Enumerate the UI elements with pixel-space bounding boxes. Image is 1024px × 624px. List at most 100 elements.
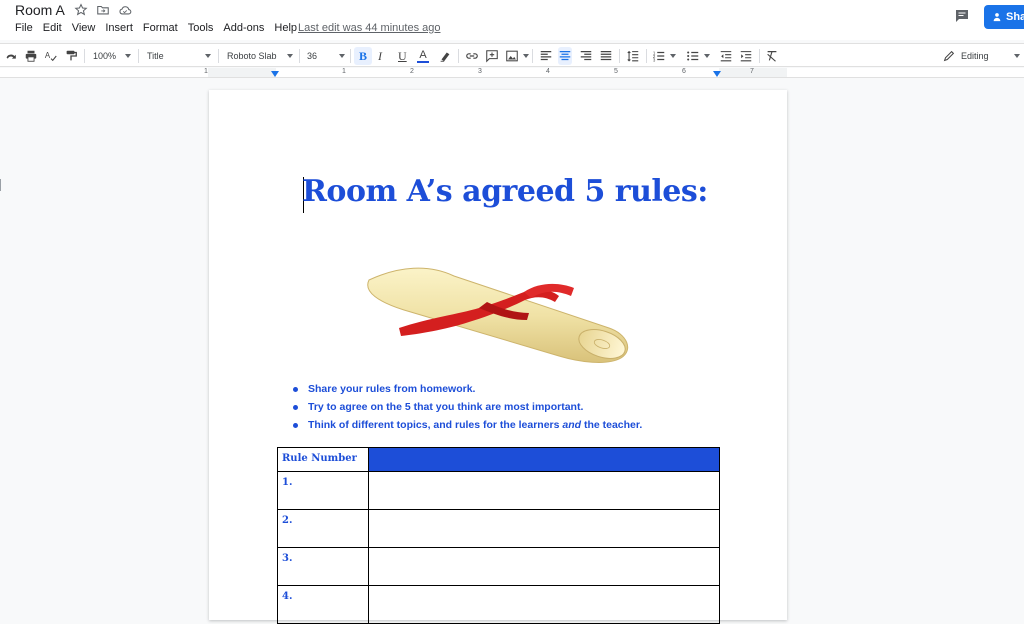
ruler-number: 2 [410,68,414,75]
menu-help[interactable]: Help [274,22,297,34]
left-indent-marker[interactable] [271,71,279,77]
menu-tools[interactable]: Tools [188,22,214,34]
line-spacing-icon[interactable] [626,47,640,65]
numbered-list-icon[interactable]: 123 [652,47,676,65]
pencil-icon [943,50,955,62]
table-row: 2. [277,509,720,548]
paint-format-icon[interactable] [64,47,78,65]
rule-text-cell[interactable] [368,471,720,510]
svg-text:3: 3 [653,57,656,62]
right-indent-marker[interactable] [713,71,721,77]
rule-text-cell[interactable] [368,585,720,624]
font-value: Roboto Slab [227,51,277,61]
share-button[interactable]: Sha [984,5,1024,29]
cloud-saved-icon[interactable] [118,3,132,17]
rule-number-cell[interactable]: 3. [277,547,369,586]
zoom-select[interactable]: 100% [93,47,131,65]
rule-number-cell[interactable]: 2. [277,509,369,548]
style-select[interactable]: Title [147,47,211,65]
menu-edit[interactable]: Edit [43,22,62,34]
ruler-page-area: 1 1 2 3 4 5 6 7 [204,68,787,77]
toolbar-divider [84,49,85,63]
menu-insert[interactable]: Insert [105,22,133,34]
toolbar-divider [532,49,533,63]
list-item-text: Think of different topics, and rules for… [308,419,643,431]
rule-number-cell[interactable]: 4. [277,585,369,624]
clear-formatting-icon[interactable] [765,47,779,65]
bold-button[interactable]: B [354,47,372,65]
list-item[interactable]: Share your rules from homework. [293,380,642,398]
toolbar-divider [458,49,459,63]
chevron-down-icon [205,54,211,58]
star-icon[interactable] [74,3,88,17]
list-item[interactable]: Try to agree on the 5 that you think are… [293,398,642,416]
menu-add-ons[interactable]: Add-ons [223,22,264,34]
table-header-cell[interactable]: Rule Number [277,447,369,472]
menu-view[interactable]: View [72,22,96,34]
ruler-number: 4 [546,68,550,75]
table-row: 1. [277,471,720,510]
title-icons [74,3,132,17]
ruler-number: 7 [750,68,754,75]
chevron-down-icon [339,54,345,58]
spell-check-icon[interactable]: A [44,47,58,65]
text-color-button[interactable]: A [417,47,429,65]
editing-mode-select[interactable]: Editing [942,47,1020,65]
last-edit-link[interactable]: Last edit was 44 minutes ago [298,22,440,34]
rule-number-cell[interactable]: 1. [277,471,369,510]
justify-icon[interactable] [599,47,613,65]
toolbar-divider [218,49,219,63]
link-icon[interactable] [465,47,479,65]
font-size-select[interactable]: 36 [307,47,345,65]
print-icon[interactable] [24,47,38,65]
menu-format[interactable]: Format [143,22,178,34]
font-select[interactable]: Roboto Slab [227,47,293,65]
bulleted-list-icon[interactable] [686,47,710,65]
font-size-value: 36 [307,51,318,61]
ruler-number: 3 [478,68,482,75]
document-page[interactable]: Room A’s agreed 5 rules: Share your rule… [209,90,787,624]
highlight-icon[interactable] [438,47,452,65]
chevron-down-icon [287,54,293,58]
share-label: Sha [1006,11,1024,23]
align-right-icon[interactable] [579,47,593,65]
formatting-toolbar: A 100% Title Roboto Slab 36 B I U A 123 … [0,43,1024,67]
rule-text-cell[interactable] [368,547,720,586]
table-row: 3. [277,547,720,586]
list-item[interactable]: Think of different topics, and rules for… [293,416,642,434]
insert-image-icon[interactable] [505,47,529,65]
move-folder-icon[interactable] [96,3,110,17]
editing-mode-label: Editing [961,51,989,61]
add-comment-icon[interactable] [485,47,499,65]
document-heading[interactable]: Room A’s agreed 5 rules: [302,174,708,209]
decrease-indent-icon[interactable] [719,47,733,65]
redo-icon[interactable] [4,47,18,65]
table-row: 4. [277,585,720,624]
text-color-swatch [417,61,429,63]
svg-text:A: A [45,51,51,60]
menu-bar: File Edit View Insert Format Tools Add-o… [15,22,297,34]
style-value: Title [147,51,164,61]
menu-file[interactable]: File [15,22,33,34]
document-title[interactable]: Room A [15,2,65,18]
diploma-scroll-image[interactable] [359,258,639,368]
toolbar-divider [646,49,647,63]
table-header-cell[interactable] [368,447,720,472]
align-center-icon[interactable] [558,47,572,65]
underline-button[interactable]: U [398,47,407,65]
bullet-dot-icon [293,404,298,410]
ruler-number: 6 [682,68,686,75]
toolbar-divider [619,49,620,63]
rule-text-cell[interactable] [368,509,720,548]
chevron-down-icon [125,54,131,58]
document-canvas: Room A’s agreed 5 rules: Share your rule… [0,79,1024,624]
list-item-text: Share your rules from homework. [308,383,476,395]
chevron-down-icon [704,54,710,58]
text-color-letter: A [419,49,427,61]
align-left-icon[interactable] [539,47,553,65]
increase-indent-icon[interactable] [739,47,753,65]
comment-history-icon[interactable] [954,8,970,24]
ruler-number: 1 [204,68,208,75]
italic-button[interactable]: I [378,47,382,65]
lock-person-icon [993,13,1001,22]
